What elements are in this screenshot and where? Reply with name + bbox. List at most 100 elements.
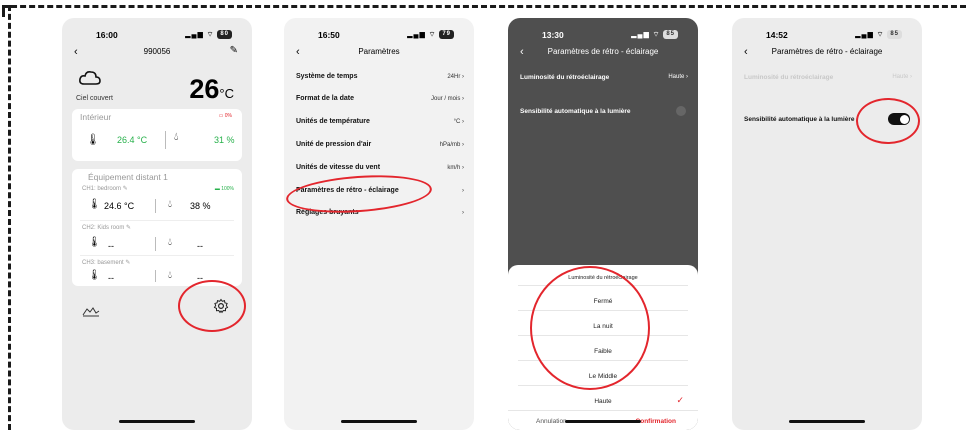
divider	[155, 270, 156, 282]
home-indicator	[565, 420, 641, 423]
outdoor-temp-unit: °C	[219, 86, 234, 101]
setting-value: km/h ›	[447, 165, 464, 171]
nav-bar: ‹ Paramètres de rétro - éclairage	[508, 45, 698, 61]
status-bar: 16:50 ▂▄▆ ⌔ 79	[284, 30, 474, 44]
nav-bar: ‹ Paramètres	[284, 45, 474, 61]
phone-screen-backlight-settings: 14:52 ▂▄▆ ⌔ 85 ‹ Paramètres de rétro - é…	[732, 18, 922, 430]
ch2-temperature: --	[108, 241, 114, 251]
home-indicator	[119, 420, 195, 423]
battery-icon: 85	[887, 30, 902, 39]
humidity-drop-icon: 💧︎	[168, 237, 172, 248]
status-bar: 13:30 ▂▄▆ ⌔ 85	[508, 30, 698, 44]
dashed-frame-left	[8, 5, 11, 430]
home-indicator	[789, 420, 865, 423]
setting-row-date-format[interactable]: Format de la date Jour / mois ›	[284, 90, 474, 112]
nav-bar: ‹ 990056 ✎	[62, 45, 252, 61]
remote-title: Équipement distant 1	[88, 172, 168, 182]
status-time: 13:30	[542, 30, 564, 40]
battery-icon: 85	[663, 30, 678, 39]
battery-low-indicator: ▭ 0%	[218, 113, 232, 119]
setting-row-pressure-unit[interactable]: Unité de pression d'air hPa/mb ›	[284, 136, 474, 158]
edit-icon[interactable]: ✎	[230, 45, 238, 56]
row-divider	[80, 255, 234, 256]
home-indicator	[341, 420, 417, 423]
status-bar: 14:52 ▂▄▆ ⌔ 85	[732, 30, 922, 44]
status-time: 16:50	[318, 30, 340, 40]
confirm-button[interactable]: Confirmation	[636, 418, 676, 425]
auto-sensitivity-label: Sensibilité automatique à la lumière	[520, 108, 631, 115]
divider	[155, 237, 156, 251]
phone-screen-brightness-picker: 13:30 ▂▄▆ ⌔ 85 ‹ Paramètres de rétro - é…	[508, 18, 698, 430]
auto-sensitivity-label: Sensibilité automatique à la lumière	[744, 116, 855, 123]
battery-full-indicator: ▬ 100%	[214, 186, 234, 192]
divider	[508, 410, 698, 411]
settings-title: Paramètres	[358, 47, 400, 56]
cancel-button[interactable]: Annulation	[536, 418, 567, 425]
setting-label: Unité de pression d'air	[296, 141, 372, 148]
divider	[155, 199, 156, 213]
battery-icon: 79	[439, 30, 454, 39]
ch2-humidity: --	[197, 241, 203, 251]
frame-corner	[2, 5, 14, 17]
backlight-title: Paramètres de rétro - éclairage	[547, 47, 659, 56]
divider	[165, 131, 166, 149]
option-haute[interactable]: Haute	[508, 398, 698, 405]
setting-value: hPa/mb ›	[439, 142, 464, 148]
chevron-right-icon: ›	[462, 210, 464, 216]
phone-screen-home: 16:00 ▂▄▆ ⌔ 80 ‹ 990056 ✎ Ciel couvert 2…	[62, 18, 252, 430]
ch1-humidity: 38 %	[190, 201, 211, 211]
brightness-label: Luminosité du rétroéclairage	[744, 74, 834, 81]
highlight-circle	[856, 98, 920, 144]
ch3-temperature: --	[108, 273, 114, 283]
channel-label[interactable]: CH1: bedroom ✎	[82, 185, 128, 192]
outdoor-temperature: 26°C	[189, 74, 234, 105]
highlight-circle	[530, 266, 650, 390]
backlight-title: Paramètres de rétro - éclairage	[771, 47, 883, 56]
signal-wifi-icon: ▂▄▆ ⌔ 85	[855, 30, 902, 39]
status-bar: 16:00 ▂▄▆ ⌔ 80	[62, 30, 252, 44]
toggle-knob[interactable]	[676, 106, 686, 116]
signal-wifi-icon: ▂▄▆ ⌔ 80	[185, 30, 232, 39]
status-time: 14:52	[766, 30, 788, 40]
status-time: 16:00	[96, 30, 118, 40]
setting-label: Format de la date	[296, 95, 354, 102]
setting-label: Unités de température	[296, 118, 370, 125]
outdoor-temp-value: 26	[189, 74, 220, 104]
ch1-temperature: 24.6 °C	[104, 201, 135, 211]
indoor-temperature: 26.4 °C	[117, 135, 148, 145]
setting-label: Unités de vitesse du vent	[296, 164, 381, 171]
phone-screen-settings: 16:50 ▂▄▆ ⌔ 79 ‹ Paramètres Système de t…	[284, 18, 474, 430]
humidity-drop-icon: 💧︎	[168, 199, 172, 210]
cloud-icon	[79, 71, 101, 85]
channel-label[interactable]: CH2: Kids room ✎	[82, 224, 131, 231]
thermometer-icon: 🌡︎	[88, 270, 101, 281]
indoor-humidity: 31 %	[214, 135, 235, 145]
indoor-card[interactable]: Intérieur ▭ 0% 🌡︎ 26.4 °C 💧︎ 31 %	[72, 109, 242, 161]
signal-wifi-icon: ▂▄▆ ⌔ 79	[407, 30, 454, 39]
indoor-battery: 0%	[224, 113, 232, 119]
brightness-label: Luminosité du rétroéclairage	[520, 74, 610, 81]
remote-device-card[interactable]: Équipement distant 1 ▬ 100% CH1: bedroom…	[72, 169, 242, 286]
dashed-frame-top	[2, 5, 966, 8]
channel-label[interactable]: CH3: basement ✎	[82, 259, 130, 266]
device-id-title: 990056	[143, 47, 171, 56]
indoor-title: Intérieur	[80, 112, 112, 122]
chart-icon[interactable]	[82, 305, 100, 317]
chevron-right-icon: ›	[462, 188, 464, 194]
checkmark-icon: ✓	[676, 395, 684, 405]
remote-battery: 100%	[221, 186, 234, 192]
brightness-value: Haute ›	[892, 74, 912, 80]
setting-row-time-system[interactable]: Système de temps 24Hr ›	[284, 68, 474, 90]
setting-row-temp-unit[interactable]: Unités de température °C ›	[284, 113, 474, 135]
setting-value: Jour / mois ›	[430, 96, 464, 102]
thermometer-icon: 🌡︎	[88, 237, 101, 248]
brightness-value: Haute ›	[668, 74, 688, 80]
humidity-drop-icon: 💧︎	[174, 131, 179, 143]
battery-icon: 80	[217, 30, 232, 39]
setting-value: 24Hr ›	[447, 74, 464, 80]
highlight-circle	[178, 280, 246, 332]
row-divider	[80, 220, 234, 221]
signal-wifi-icon: ▂▄▆ ⌔ 85	[631, 30, 678, 39]
thermometer-icon: 🌡︎	[86, 134, 100, 146]
humidity-drop-icon: 💧︎	[168, 270, 172, 281]
